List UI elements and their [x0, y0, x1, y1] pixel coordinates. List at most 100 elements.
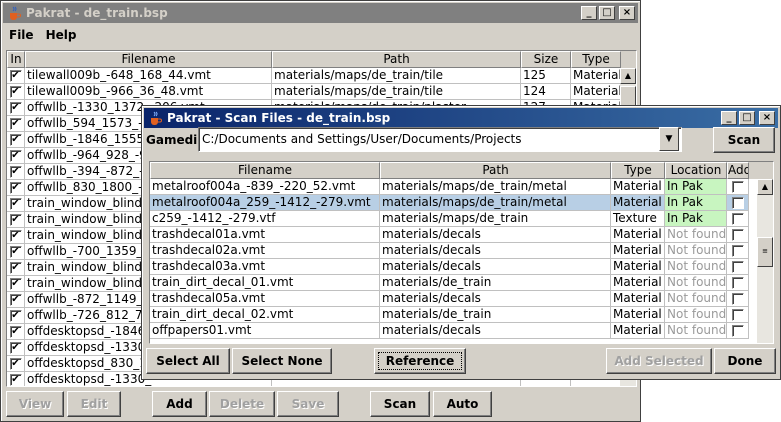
add-checkbox[interactable]: [731, 324, 744, 337]
table-row[interactable]: trashdecal02a.vmt materials/decals Materia…: [150, 243, 773, 259]
scroll-thumb[interactable]: ≡: [757, 237, 773, 267]
column-header-filename[interactable]: Filename: [25, 51, 272, 68]
column-header-add[interactable]: Add: [727, 162, 749, 179]
column-header-type[interactable]: Type: [611, 162, 665, 179]
column-header-filename[interactable]: Filename: [150, 162, 380, 179]
include-checkbox[interactable]: ✔: [9, 117, 22, 130]
include-checkbox[interactable]: ✔: [9, 229, 22, 242]
include-checkbox[interactable]: ✔: [9, 101, 22, 114]
include-checkbox[interactable]: ✔: [9, 357, 22, 370]
menu-file[interactable]: File: [3, 28, 40, 42]
add-checkbox[interactable]: [731, 196, 744, 209]
include-checkbox[interactable]: ✔: [9, 85, 22, 98]
gamedir-scan-button[interactable]: Scan: [713, 127, 775, 153]
table-row[interactable]: train_dirt_decal_02.vmt materials/de_trai…: [150, 307, 773, 323]
scroll-up-arrow-icon[interactable]: ▲: [757, 179, 773, 195]
add-checkbox[interactable]: [731, 228, 744, 241]
include-checkbox[interactable]: ✔: [9, 149, 22, 162]
include-checkbox[interactable]: ✔: [9, 341, 22, 354]
add-cell: [727, 275, 749, 291]
table-row[interactable]: train_dirt_decal_01.vmt materials/de_trai…: [150, 275, 773, 291]
in-cell: ✔: [7, 68, 25, 84]
maximize-button[interactable]: □: [739, 111, 755, 125]
add-checkbox[interactable]: [731, 244, 744, 257]
close-button[interactable]: ×: [759, 111, 775, 125]
column-header-type[interactable]: Type: [571, 51, 621, 68]
table-row[interactable]: metalroof004a_-839_-220_52.vmt materials/…: [150, 179, 773, 195]
scan-window-titlebar[interactable]: Pakrat - Scan Files - de_train.bsp _ □ ×: [144, 108, 778, 128]
table-row[interactable]: trashdecal01a.vmt materials/decals Materia…: [150, 227, 773, 243]
include-checkbox[interactable]: ✔: [9, 277, 22, 290]
add-cell: [727, 227, 749, 243]
include-checkbox[interactable]: ✔: [9, 165, 22, 178]
in-cell: ✔: [7, 100, 25, 116]
column-header-path[interactable]: Path: [380, 162, 611, 179]
gamedir-combobox[interactable]: C:/Documents and Settings/User/Documents…: [198, 127, 682, 152]
table-row[interactable]: c259_-1412_-279.vtf materials/maps/de_tra…: [150, 211, 773, 227]
main-window-titlebar[interactable]: Pakrat - de_train.bsp _ □ ×: [3, 3, 638, 23]
menu-help[interactable]: Help: [40, 28, 83, 42]
path-cell: materials/maps/de_train/tile: [272, 84, 521, 100]
delete-button[interactable]: Delete: [209, 391, 275, 417]
path-cell: materials/maps/de_train/metal: [380, 179, 611, 195]
path-cell: materials/decals: [380, 259, 611, 275]
select-none-button[interactable]: Select None: [232, 348, 332, 374]
path-cell: materials/decals: [380, 227, 611, 243]
include-checkbox[interactable]: ✔: [9, 181, 22, 194]
done-button[interactable]: Done: [714, 348, 776, 374]
add-cell: [727, 307, 749, 323]
include-checkbox[interactable]: ✔: [9, 261, 22, 274]
filename-cell: offpapers01.vmt: [150, 323, 380, 339]
table-row[interactable]: metalroof004a_259_-1412_-279.vmt material…: [150, 195, 773, 211]
scan-vertical-scrollbar[interactable]: ▲ ≡: [757, 179, 773, 343]
in-cell: ✔: [7, 372, 25, 386]
table-row[interactable]: ✔ tilewall009b_-648_168_44.vmt materials/m…: [7, 68, 636, 84]
menubar: File Help: [3, 25, 82, 45]
add-checkbox[interactable]: [731, 292, 744, 305]
maximize-button[interactable]: □: [599, 6, 615, 20]
include-checkbox[interactable]: ✔: [9, 309, 22, 322]
in-cell: ✔: [7, 292, 25, 308]
add-cell: [727, 195, 749, 211]
column-header-location[interactable]: Location: [665, 162, 727, 179]
reference-button[interactable]: Reference: [374, 348, 466, 374]
edit-button[interactable]: Edit: [67, 391, 121, 417]
minimize-button[interactable]: _: [581, 6, 597, 20]
close-button[interactable]: ×: [619, 6, 635, 20]
in-cell: ✔: [7, 276, 25, 292]
path-cell: materials/decals: [380, 291, 611, 307]
column-header-in[interactable]: In: [7, 51, 25, 68]
table-row[interactable]: offpapers01.vmt materials/decals Material N…: [150, 323, 773, 339]
minimize-button[interactable]: _: [721, 111, 737, 125]
add-checkbox[interactable]: [731, 276, 744, 289]
include-checkbox[interactable]: ✔: [9, 213, 22, 226]
include-checkbox[interactable]: ✔: [9, 133, 22, 146]
add-checkbox[interactable]: [731, 260, 744, 273]
scroll-up-arrow-icon[interactable]: ▲: [620, 68, 636, 84]
add-checkbox[interactable]: [731, 180, 744, 193]
table-row[interactable]: ✔ tilewall009b_-966_36_48.vmt materials/ma…: [7, 84, 636, 100]
scan-button[interactable]: Scan: [370, 391, 430, 417]
auto-button[interactable]: Auto: [433, 391, 492, 417]
include-checkbox[interactable]: ✔: [9, 245, 22, 258]
include-checkbox[interactable]: ✔: [9, 325, 22, 338]
view-button[interactable]: View: [6, 391, 64, 417]
select-all-button[interactable]: Select All: [146, 348, 230, 374]
include-checkbox[interactable]: ✔: [9, 69, 22, 82]
column-header-path[interactable]: Path: [272, 51, 521, 68]
add-selected-button[interactable]: Add Selected: [606, 348, 712, 374]
table-row[interactable]: trashdecal05a.vmt materials/decals Materia…: [150, 291, 773, 307]
table-row[interactable]: trashdecal03a.vmt materials/decals Materia…: [150, 259, 773, 275]
add-checkbox[interactable]: [731, 308, 744, 321]
add-button[interactable]: Add: [152, 391, 207, 417]
add-cell: [727, 259, 749, 275]
include-checkbox[interactable]: ✔: [9, 197, 22, 210]
include-checkbox[interactable]: ✔: [9, 373, 22, 386]
filename-cell: metalroof004a_259_-1412_-279.vmt: [150, 195, 380, 211]
filename-cell: train_dirt_decal_02.vmt: [150, 307, 380, 323]
save-button[interactable]: Save: [277, 391, 339, 417]
column-header-size[interactable]: Size: [521, 51, 571, 68]
include-checkbox[interactable]: ✔: [9, 293, 22, 306]
add-checkbox[interactable]: [731, 212, 744, 225]
chevron-down-icon[interactable]: ▼: [659, 127, 679, 151]
